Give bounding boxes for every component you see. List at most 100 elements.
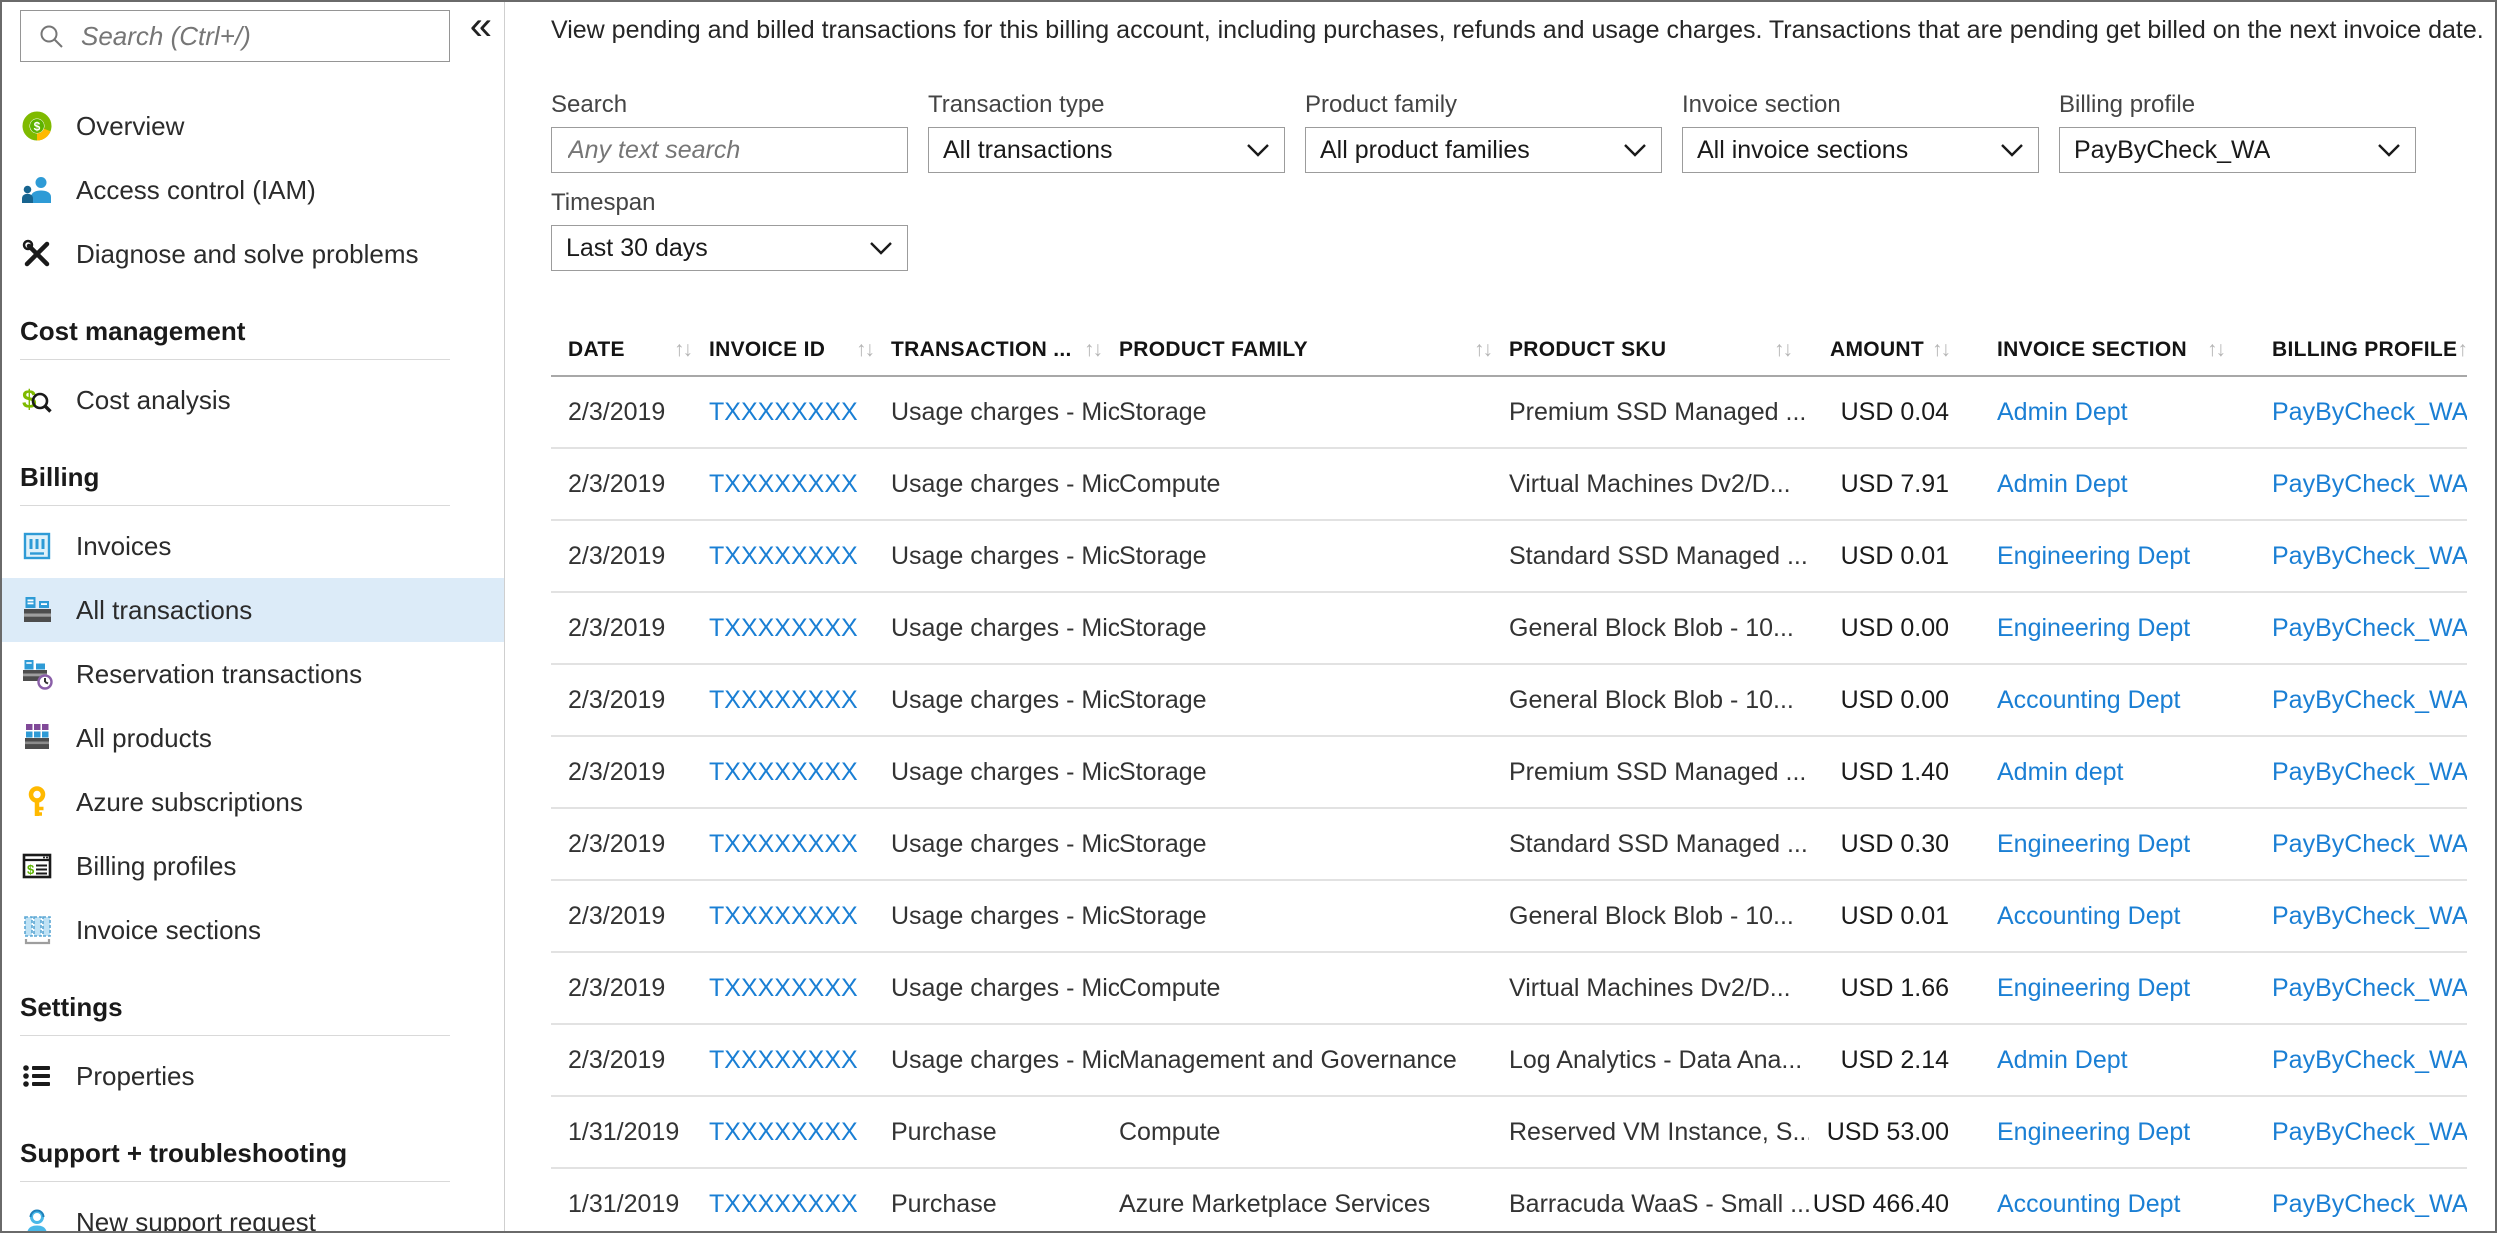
timespan-dropdown[interactable]: Last 30 days xyxy=(551,225,908,271)
invoice-section-link[interactable]: Admin Dept xyxy=(1967,398,2242,427)
table-row[interactable]: 2/3/2019 TXXXXXXXX Usage charges - Mic M… xyxy=(551,1025,2467,1097)
cell-product-family: Azure Marketplace Services xyxy=(1119,1189,1431,1218)
invoice-id-link[interactable]: TXXXXXXXX xyxy=(709,902,891,931)
invoice-id-link[interactable]: TXXXXXXXX xyxy=(709,1046,891,1075)
invoice-section-link[interactable]: Engineering Dept xyxy=(1967,542,2242,571)
sidebar-item-label: Diagnose and solve problems xyxy=(76,238,419,269)
sidebar-nav: $ Overview Access control (IAM) Diagnose… xyxy=(2,94,504,1231)
table-row[interactable]: 1/31/2019 TXXXXXXXX Purchase Compute Res… xyxy=(551,1097,2467,1169)
sidebar-section-cost-management: Cost management xyxy=(20,316,246,346)
column-header-billing-profile[interactable]: BILLING PROFILE ↑↓ xyxy=(2242,338,2467,362)
cell-product-sku: Log Analytics - Data Ana... xyxy=(1509,1045,1803,1074)
invoice-section-dropdown[interactable]: All invoice sections xyxy=(1682,127,2039,173)
billing-profile-dropdown[interactable]: PayByCheck_WA xyxy=(2059,127,2416,173)
invoice-section-link[interactable]: Accounting Dept xyxy=(1967,1190,2242,1219)
sidebar-item-new-support-request[interactable]: New support request xyxy=(2,1190,504,1231)
invoice-id-link[interactable]: TXXXXXXXX xyxy=(709,542,891,571)
billing-profile-link[interactable]: PayByCheck_WA xyxy=(2242,1118,2467,1147)
column-header-date[interactable]: DATE ↑↓ xyxy=(551,338,709,362)
table-row[interactable]: 2/3/2019 TXXXXXXXX Usage charges - Mic S… xyxy=(551,881,2467,953)
table-row[interactable]: 2/3/2019 TXXXXXXXX Usage charges - Mic C… xyxy=(551,449,2467,521)
sidebar-item-azure-subscriptions[interactable]: Azure subscriptions xyxy=(2,770,504,834)
invoice-id-link[interactable]: TXXXXXXXX xyxy=(709,758,891,787)
sidebar-item-label: All transactions xyxy=(76,594,253,625)
cell-amount: USD 0.00 xyxy=(1840,685,1949,714)
invoice-section-link[interactable]: Engineering Dept xyxy=(1967,830,2242,859)
search-text-control xyxy=(551,127,908,173)
cell-date: 2/3/2019 xyxy=(568,1045,666,1074)
collapse-sidebar-button[interactable]: « xyxy=(470,4,492,48)
column-header-transaction-type[interactable]: TRANSACTION ... ↑↓ xyxy=(891,338,1119,362)
table-row[interactable]: 1/31/2019 TXXXXXXXX Purchase Azure Marke… xyxy=(551,1169,2467,1231)
sidebar-item-all-products[interactable]: All products xyxy=(2,706,504,770)
table-row[interactable]: 2/3/2019 TXXXXXXXX Usage charges - Mic S… xyxy=(551,809,2467,881)
cell-product-family: Storage xyxy=(1119,541,1207,570)
search-input[interactable] xyxy=(566,127,893,173)
billing-profile-link[interactable]: PayByCheck_WA xyxy=(2242,470,2467,499)
sidebar-item-overview[interactable]: $ Overview xyxy=(2,94,504,158)
sidebar-item-access-control[interactable]: Access control (IAM) xyxy=(2,158,504,222)
invoice-id-link[interactable]: TXXXXXXXX xyxy=(709,1190,891,1219)
cell-product-family: Storage xyxy=(1119,685,1207,714)
table-row[interactable]: 2/3/2019 TXXXXXXXX Usage charges - Mic C… xyxy=(551,953,2467,1025)
billing-profile-link[interactable]: PayByCheck_WA xyxy=(2242,1046,2467,1075)
transaction-type-dropdown[interactable]: All transactions xyxy=(928,127,1285,173)
invoice-section-link[interactable]: Engineering Dept xyxy=(1967,614,2242,643)
cell-product-sku: Premium SSD Managed ... xyxy=(1509,397,1807,426)
table-row[interactable]: 2/3/2019 TXXXXXXXX Usage charges - Mic S… xyxy=(551,377,2467,449)
billing-profile-link[interactable]: PayByCheck_WA xyxy=(2242,902,2467,931)
table-row[interactable]: 2/3/2019 TXXXXXXXX Usage charges - Mic S… xyxy=(551,737,2467,809)
billing-profile-link[interactable]: PayByCheck_WA xyxy=(2242,830,2467,859)
invoice-section-link[interactable]: Admin Dept xyxy=(1967,470,2242,499)
invoice-section-link[interactable]: Engineering Dept xyxy=(1967,974,2242,1003)
cell-date: 1/31/2019 xyxy=(568,1117,680,1146)
sidebar-item-all-transactions[interactable]: All transactions xyxy=(2,578,504,642)
billing-profile-link[interactable]: PayByCheck_WA xyxy=(2242,542,2467,571)
invoice-section-link[interactable]: Engineering Dept xyxy=(1967,1118,2242,1147)
column-header-invoice-section[interactable]: INVOICE SECTION ↑↓ xyxy=(1967,338,2242,362)
product-family-dropdown[interactable]: All product families xyxy=(1305,127,1662,173)
invoice-id-link[interactable]: TXXXXXXXX xyxy=(709,1118,891,1147)
invoice-section-link[interactable]: Accounting Dept xyxy=(1967,902,2242,931)
filter-transaction-type: Transaction type All transactions xyxy=(928,91,1285,173)
sidebar-search[interactable] xyxy=(20,10,450,62)
invoice-section-link[interactable]: Accounting Dept xyxy=(1967,686,2242,715)
invoice-section-link[interactable]: Admin dept xyxy=(1967,758,2242,787)
billing-profile-link[interactable]: PayByCheck_WA xyxy=(2242,1190,2467,1219)
table-header-row: DATE ↑↓ INVOICE ID ↑↓ TRANSACTION ... ↑↓… xyxy=(551,325,2467,377)
sidebar-item-reservation-transactions[interactable]: Reservation transactions xyxy=(2,642,504,706)
sidebar-item-invoices[interactable]: Invoices xyxy=(2,514,504,578)
billing-profile-link[interactable]: PayByCheck_WA xyxy=(2242,686,2467,715)
sidebar-item-diagnose[interactable]: Diagnose and solve problems xyxy=(2,222,504,286)
sort-icon: ↑↓ xyxy=(1932,338,1951,361)
sidebar-item-cost-analysis[interactable]: $ Cost analysis xyxy=(2,368,504,432)
column-header-amount[interactable]: AMOUNT ↑↓ xyxy=(1809,338,1967,362)
invoice-id-link[interactable]: TXXXXXXXX xyxy=(709,470,891,499)
invoice-section-link[interactable]: Admin Dept xyxy=(1967,1046,2242,1075)
invoice-id-link[interactable]: TXXXXXXXX xyxy=(709,614,891,643)
cell-amount: USD 0.04 xyxy=(1840,397,1949,426)
column-header-invoice-id[interactable]: INVOICE ID ↑↓ xyxy=(709,338,891,362)
billing-profile-link[interactable]: PayByCheck_WA xyxy=(2242,614,2467,643)
sidebar-search-input[interactable] xyxy=(79,19,439,53)
column-header-product-sku[interactable]: PRODUCT SKU ↑↓ xyxy=(1509,338,1809,362)
cell-amount: USD 0.30 xyxy=(1840,829,1949,858)
cell-date: 2/3/2019 xyxy=(568,397,666,426)
cell-product-sku: Standard SSD Managed ... xyxy=(1509,541,1808,570)
billing-profile-link[interactable]: PayByCheck_WA xyxy=(2242,758,2467,787)
billing-profile-link[interactable]: PayByCheck_WA xyxy=(2242,398,2467,427)
table-row[interactable]: 2/3/2019 TXXXXXXXX Usage charges - Mic S… xyxy=(551,521,2467,593)
sidebar-item-billing-profiles[interactable]: $ Billing profiles xyxy=(2,834,504,898)
sidebar-item-invoice-sections[interactable]: Invoice sections xyxy=(2,898,504,962)
column-header-product-family[interactable]: PRODUCT FAMILY ↑↓ xyxy=(1119,338,1509,362)
billing-profile-link[interactable]: PayByCheck_WA xyxy=(2242,974,2467,1003)
invoice-id-link[interactable]: TXXXXXXXX xyxy=(709,398,891,427)
table-row[interactable]: 2/3/2019 TXXXXXXXX Usage charges - Mic S… xyxy=(551,665,2467,737)
table-row[interactable]: 2/3/2019 TXXXXXXXX Usage charges - Mic S… xyxy=(551,593,2467,665)
invoice-id-link[interactable]: TXXXXXXXX xyxy=(709,974,891,1003)
filter-label: Timespan xyxy=(551,189,656,216)
invoice-id-link[interactable]: TXXXXXXXX xyxy=(709,686,891,715)
sidebar-item-properties[interactable]: Properties xyxy=(2,1044,504,1108)
sidebar-item-label: Azure subscriptions xyxy=(76,786,303,817)
invoice-id-link[interactable]: TXXXXXXXX xyxy=(709,830,891,859)
